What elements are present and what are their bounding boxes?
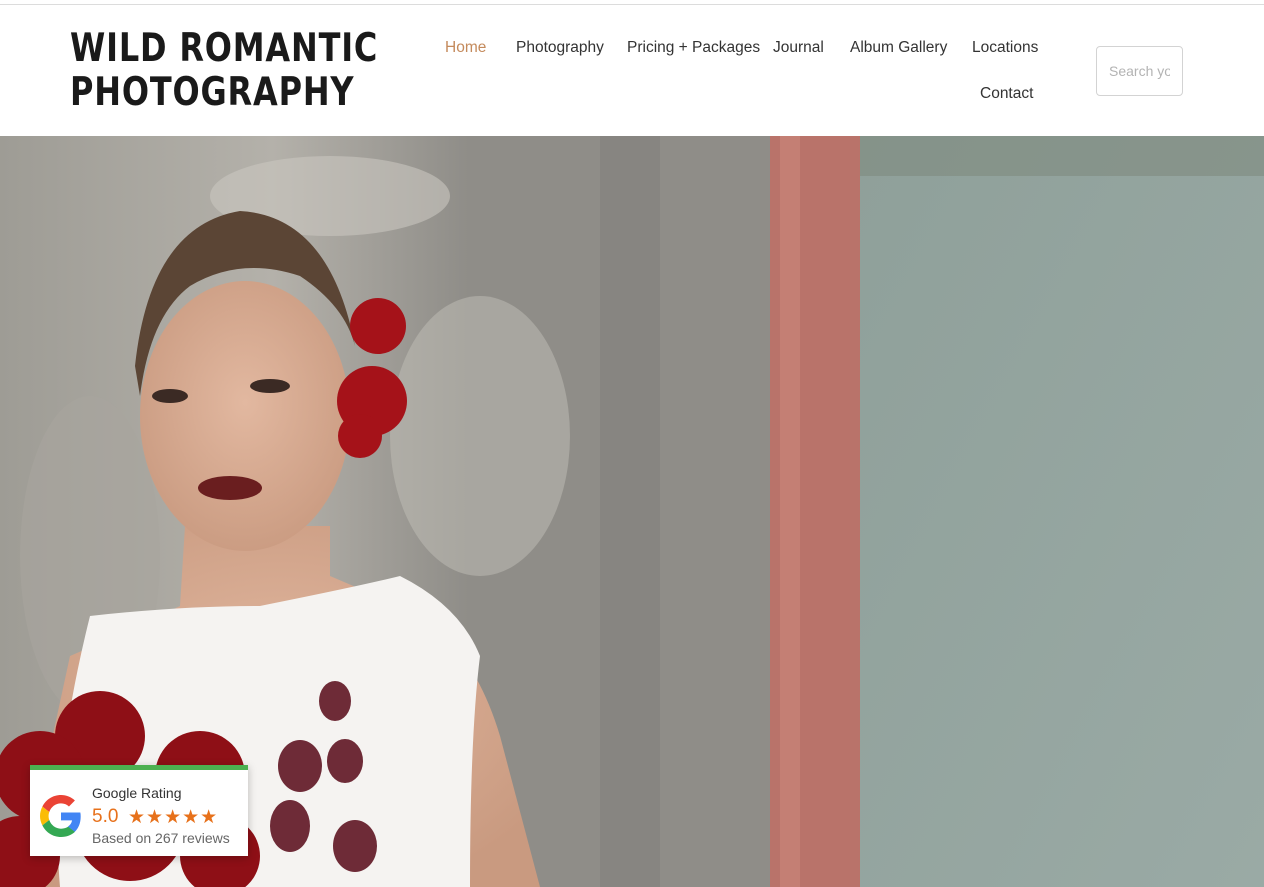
rating-review-count: Based on 267 reviews [92,830,230,846]
search-box [1096,46,1183,96]
nav-item-locations[interactable]: Locations [972,39,1038,57]
logo-line-2: PHOTOGRAPHY [70,70,355,115]
rating-score: 5.0 [92,806,119,827]
rating-stars: ★★★★★ [128,806,219,828]
nav-item-contact[interactable]: Contact [980,85,1033,103]
nav-item-photography[interactable]: Photography [516,39,604,57]
search-input[interactable] [1097,47,1182,95]
nav-item-pricing-packages[interactable]: Pricing + Packages [627,39,760,57]
site-logo[interactable]: WILD ROMANTIC PHOTOGRAPHY [70,26,379,115]
logo-line-1: WILD ROMANTIC [70,26,379,71]
google-g-icon [40,795,81,837]
nav-item-journal[interactable]: Journal [773,39,824,57]
site-header: WILD ROMANTIC PHOTOGRAPHY Home Photograp… [0,5,1264,136]
google-rating-badge[interactable]: Google Rating 5.0 ★★★★★ Based on 267 rev… [30,765,248,856]
nav-item-home[interactable]: Home [445,39,486,57]
nav-item-album-gallery[interactable]: Album Gallery [850,39,947,57]
rating-title: Google Rating [92,785,182,801]
